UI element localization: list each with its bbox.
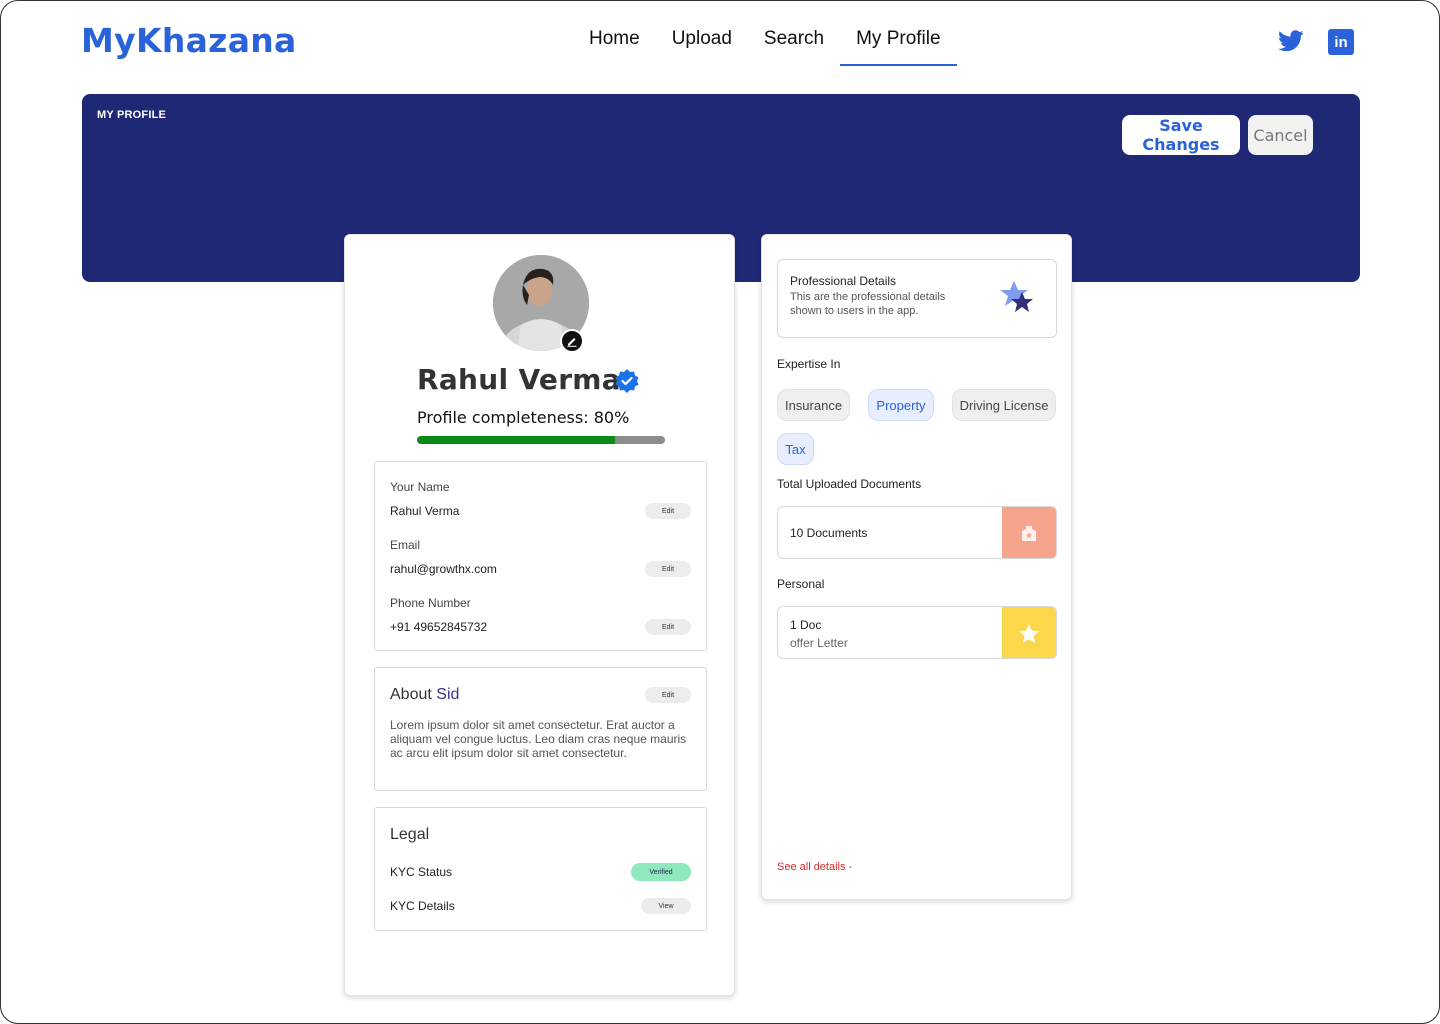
uploaded-documents-box[interactable]: 10 Documents: [777, 506, 1057, 559]
expertise-chip-insurance[interactable]: Insurance: [777, 389, 850, 421]
edit-avatar-icon[interactable]: [560, 329, 584, 353]
edit-name-button[interactable]: Edit: [645, 503, 691, 519]
about-text: Lorem ipsum dolor sit amet consectetur. …: [390, 718, 687, 760]
expertise-chip-property[interactable]: Property: [868, 389, 934, 421]
professional-details-box: Professional Details This are the profes…: [777, 259, 1057, 338]
your-name-value: Rahul Verma: [390, 504, 460, 518]
edit-phone-button[interactable]: Edit: [645, 619, 691, 635]
documents-badge-icon: [1002, 507, 1056, 558]
nav-search[interactable]: Search: [748, 28, 840, 66]
about-title-prefix: About: [390, 686, 437, 703]
about-title: About Sid: [390, 686, 459, 704]
nav-upload[interactable]: Upload: [656, 28, 748, 66]
phone-label: Phone Number: [390, 596, 471, 610]
profile-completeness-fill: [417, 436, 616, 444]
profile-card: Rahul Verma Profile completeness: 80% Yo…: [344, 234, 735, 996]
nav-home[interactable]: Home: [573, 28, 656, 66]
verified-badge-icon: [614, 368, 640, 394]
professional-details-description: This are the professional details shown …: [790, 291, 946, 317]
expertise-title: Expertise In: [777, 357, 841, 371]
professional-card: Professional Details This are the profes…: [761, 234, 1072, 900]
linkedin-icon[interactable]: in: [1328, 29, 1354, 55]
email-value: rahul@growthx.com: [390, 562, 497, 576]
expertise-chip-tax[interactable]: Tax: [777, 433, 814, 465]
phone-value: +91 49652845732: [390, 620, 488, 634]
profile-completeness-text: Profile completeness: 80%: [417, 408, 630, 427]
profile-name: Rahul Verma: [417, 363, 621, 396]
personal-documents-box[interactable]: 1 Doc offer Letter: [777, 606, 1057, 659]
stars-icon: [1000, 280, 1036, 318]
kyc-status-label: KYC Status: [390, 865, 453, 879]
your-name-label: Your Name: [390, 480, 450, 494]
twitter-icon[interactable]: [1278, 29, 1304, 53]
profile-completeness-bar: [417, 436, 665, 444]
save-changes-button[interactable]: Save Changes: [1122, 115, 1240, 155]
uploaded-documents-title: Total Uploaded Documents: [777, 477, 922, 491]
app-window: MyKhazana Home Upload Search My Profile …: [0, 0, 1440, 1024]
edit-email-button[interactable]: Edit: [645, 561, 691, 577]
nav-my-profile[interactable]: My Profile: [840, 28, 957, 66]
about-title-name: Sid: [436, 686, 460, 703]
expertise-chip-driving-license[interactable]: Driving License: [952, 389, 1056, 421]
legal-box: Legal KYC Status Verified KYC Details Vi…: [374, 807, 707, 931]
cancel-button[interactable]: Cancel: [1248, 115, 1313, 155]
personal-doc-name: offer Letter: [790, 636, 848, 650]
personal-title: Personal: [777, 577, 825, 591]
banner-title: MY PROFILE: [97, 109, 167, 121]
personal-info-box: Your Name Rahul Verma Edit Email rahul@g…: [374, 461, 707, 651]
kyc-view-button[interactable]: View: [641, 898, 691, 914]
uploaded-documents-count: 10 Documents: [790, 526, 868, 540]
see-all-details-link[interactable]: See all details -: [777, 861, 852, 873]
app-logo[interactable]: MyKhazana: [81, 21, 297, 60]
personal-doc-count: 1 Doc: [790, 618, 822, 632]
professional-details-title: Professional Details: [790, 274, 897, 288]
kyc-status-badge: Verified: [631, 863, 691, 881]
about-box: About Sid Edit Lorem ipsum dolor sit ame…: [374, 667, 707, 791]
edit-about-button[interactable]: Edit: [645, 687, 691, 703]
kyc-details-label: KYC Details: [390, 899, 455, 913]
star-icon: [1002, 607, 1056, 658]
main-nav: Home Upload Search My Profile: [573, 28, 957, 66]
email-label: Email: [390, 538, 421, 552]
legal-title: Legal: [390, 826, 430, 843]
